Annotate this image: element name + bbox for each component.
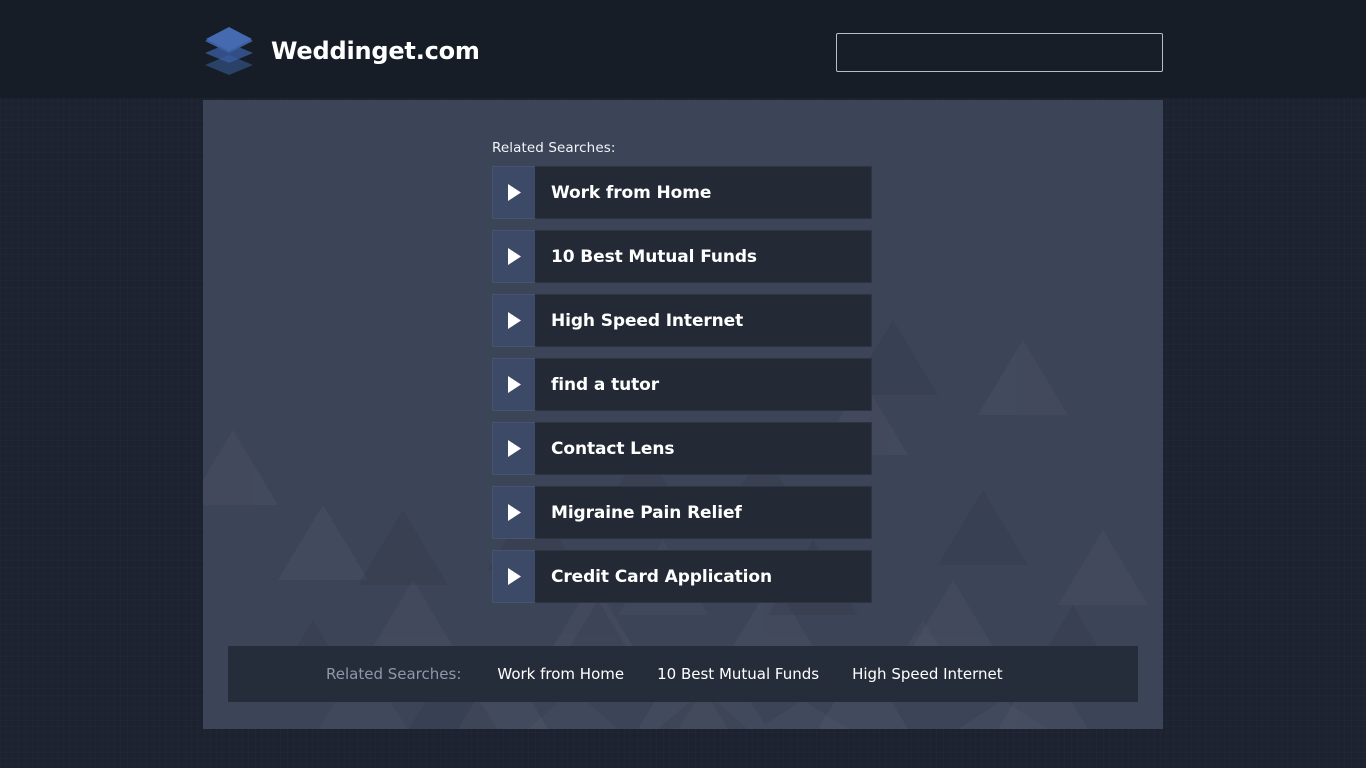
play-triangle-icon <box>492 550 535 603</box>
site-header: Weddinget.com <box>0 0 1366 98</box>
related-search-item-3[interactable]: find a tutor <box>492 358 872 411</box>
related-search-item-1[interactable]: 10 Best Mutual Funds <box>492 230 872 283</box>
play-triangle-icon <box>492 486 535 539</box>
related-search-item-6[interactable]: Credit Card Application <box>492 550 872 603</box>
footer-link-0[interactable]: Work from Home <box>497 665 624 683</box>
related-search-item-0[interactable]: Work from Home <box>492 166 872 219</box>
related-search-item-label: 10 Best Mutual Funds <box>551 246 757 267</box>
related-search-item-label-wrap: Migraine Pain Relief <box>535 486 872 539</box>
related-search-item-label: Contact Lens <box>551 438 675 459</box>
related-search-item-label-wrap: Work from Home <box>535 166 872 219</box>
related-search-item-label-wrap: 10 Best Mutual Funds <box>535 230 872 283</box>
related-searches-list: Work from Home 10 Best Mutual Funds High… <box>492 166 872 614</box>
related-search-item-label-wrap: Credit Card Application <box>535 550 872 603</box>
related-search-item-label-wrap: find a tutor <box>535 358 872 411</box>
related-search-item-label: Migraine Pain Relief <box>551 502 742 523</box>
play-triangle-icon <box>492 230 535 283</box>
play-triangle-icon <box>492 358 535 411</box>
play-triangle-icon <box>492 294 535 347</box>
related-search-item-label: High Speed Internet <box>551 310 744 331</box>
related-searches-heading: Related Searches: <box>492 140 616 156</box>
related-search-item-2[interactable]: High Speed Internet <box>492 294 872 347</box>
content-panel: Related Searches: Work from Home 10 Best… <box>203 100 1163 729</box>
footer-link-2[interactable]: High Speed Internet <box>852 665 1003 683</box>
play-triangle-icon <box>492 422 535 475</box>
related-search-item-label-wrap: High Speed Internet <box>535 294 872 347</box>
play-triangle-icon <box>492 166 535 219</box>
footer-related-searches-bar: Related Searches: Work from Home 10 Best… <box>228 646 1138 702</box>
brand-logo-link[interactable]: Weddinget.com <box>203 23 480 79</box>
related-search-item-5[interactable]: Migraine Pain Relief <box>492 486 872 539</box>
related-search-item-label: find a tutor <box>551 374 660 395</box>
footer-link-1[interactable]: 10 Best Mutual Funds <box>657 665 819 683</box>
related-search-item-4[interactable]: Contact Lens <box>492 422 872 475</box>
search-input[interactable] <box>836 33 1163 72</box>
related-search-item-label: Credit Card Application <box>551 566 772 587</box>
footer-related-searches-label: Related Searches: <box>326 665 462 683</box>
related-search-item-label: Work from Home <box>551 182 712 203</box>
brand-name: Weddinget.com <box>271 37 480 65</box>
related-search-item-label-wrap: Contact Lens <box>535 422 872 475</box>
stacked-layers-icon <box>203 23 255 79</box>
